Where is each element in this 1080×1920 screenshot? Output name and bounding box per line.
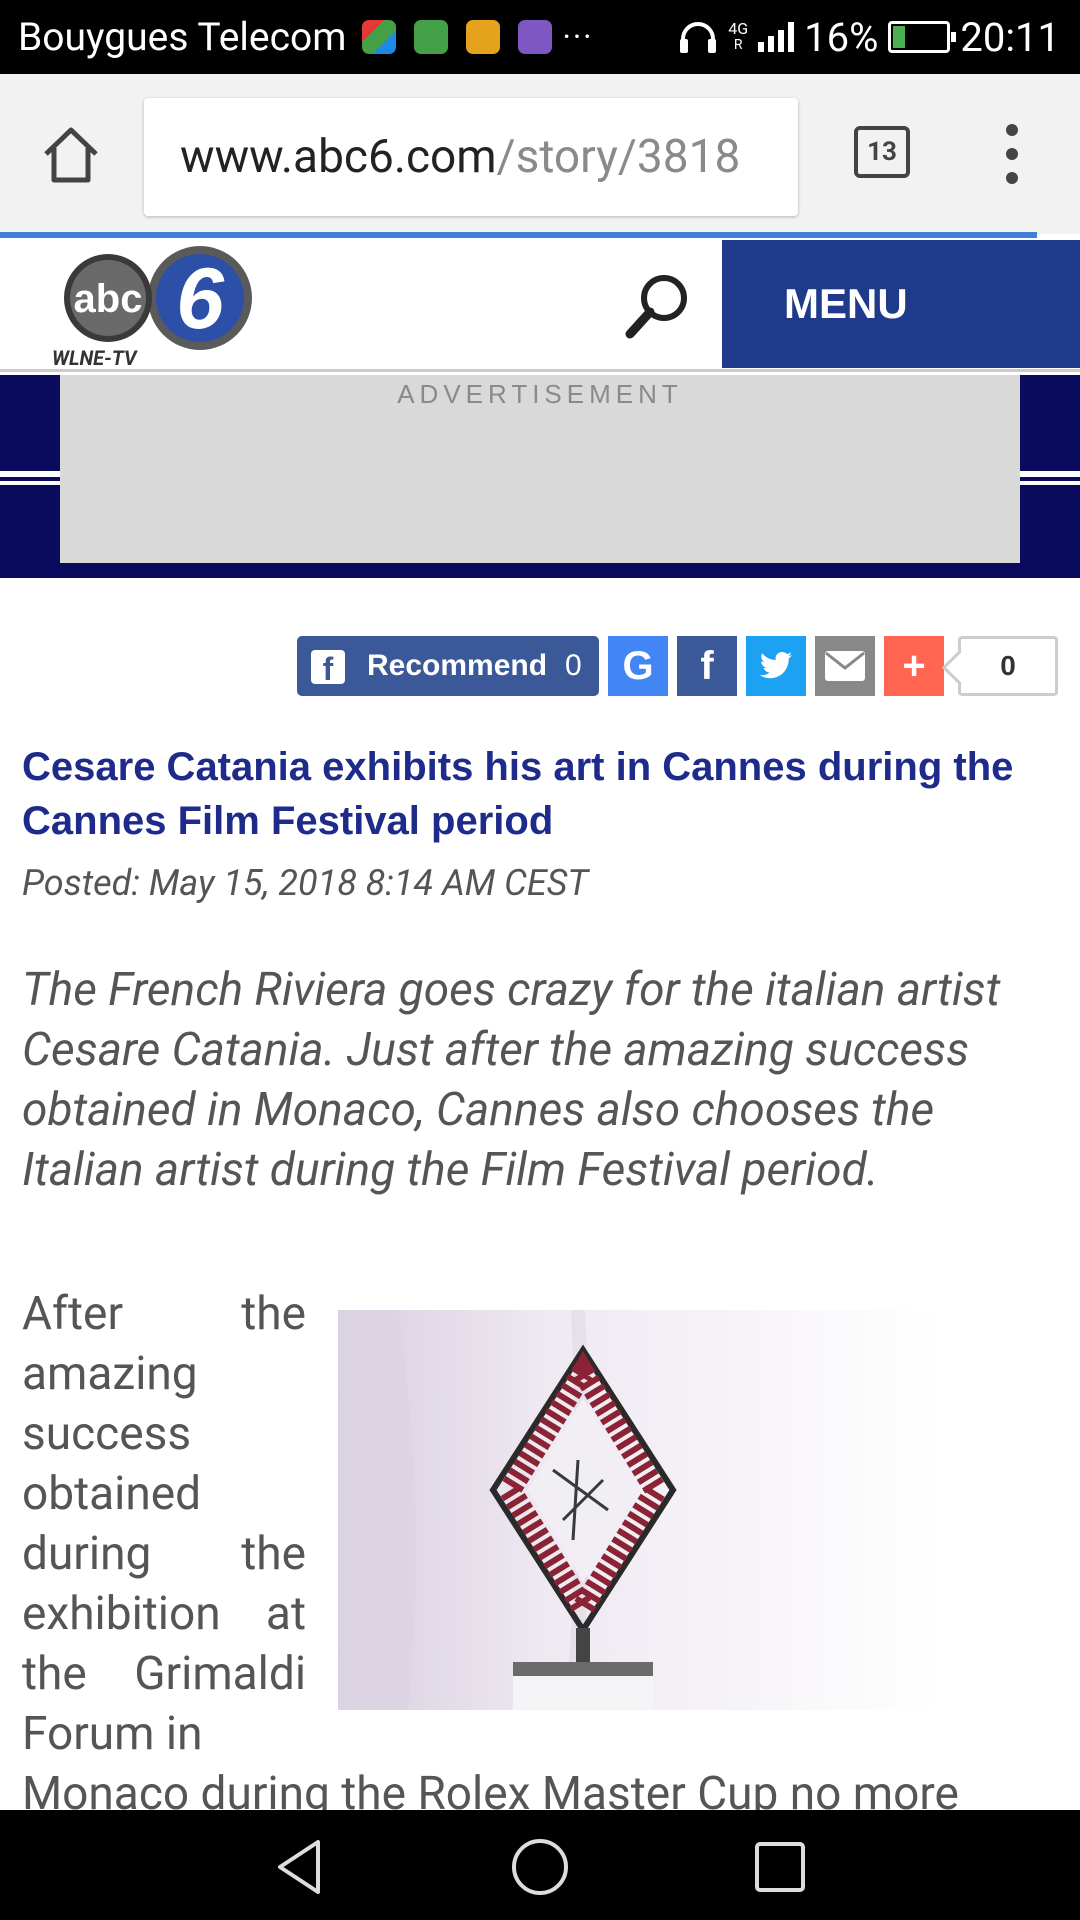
site-header: 6 abc WLNE-TV MENU — [0, 238, 1080, 372]
envelope-icon — [825, 651, 865, 681]
network-type: 4G R — [728, 19, 749, 54]
notification-icons — [362, 20, 553, 54]
svg-text:abc: abc — [74, 277, 143, 321]
battery-percent: 16% — [804, 13, 879, 61]
article-headline: Cesare Catania exhibits his art in Canne… — [22, 745, 1014, 843]
recommend-label: Recommend — [367, 649, 548, 682]
shopping-app-icon — [466, 20, 501, 54]
advertisement-slot[interactable]: ADVERTISEMENT — [60, 375, 1020, 563]
tab-switcher-button[interactable]: 13 — [854, 126, 910, 178]
svg-text:6: 6 — [176, 251, 225, 347]
facebook-recommend-button[interactable]: f Recommend 0 — [297, 636, 599, 696]
facebook-icon: f — [700, 644, 714, 688]
system-nav-bar — [0, 1810, 1080, 1920]
url-bar[interactable]: www.abc6.com/story/3818 — [144, 98, 798, 216]
google-share-button[interactable]: G — [608, 636, 668, 696]
headset-app-icon — [414, 20, 449, 54]
google-icon: G — [622, 644, 654, 688]
browser-toolbar: www.abc6.com/story/3818 13 — [0, 74, 1080, 234]
battery-icon — [888, 21, 957, 53]
puzzle-app-icon — [362, 20, 397, 54]
recents-icon[interactable] — [745, 1832, 815, 1902]
carrier-name: Bouygues Telecom — [18, 14, 347, 60]
more-notifications-icon: ··· — [562, 18, 594, 56]
facebook-share-button[interactable]: f — [677, 636, 737, 696]
facebook-icon: f — [311, 650, 345, 687]
plus-icon: + — [902, 644, 926, 688]
home-icon[interactable] — [40, 124, 102, 186]
url-host: www.abc6.com — [180, 130, 497, 184]
menu-button[interactable]: MENU — [722, 240, 1080, 368]
signal-icon — [758, 22, 795, 52]
artwork-photo[interactable] — [338, 1310, 938, 1710]
email-share-button[interactable] — [815, 636, 875, 696]
twitter-share-button[interactable] — [746, 636, 806, 696]
back-icon[interactable] — [266, 1832, 336, 1902]
posted-date: Posted: May 15, 2018 8:14 AM CEST — [22, 862, 589, 904]
logo-subtitle: WLNE-TV — [52, 346, 137, 370]
more-share-button[interactable]: + — [884, 636, 944, 696]
url-path: /story/3818 — [496, 130, 741, 184]
clock: 20:11 — [960, 13, 1060, 61]
advertisement-label: ADVERTISEMENT — [397, 379, 683, 409]
article-body-wrapped: After the amazing success obtained durin… — [22, 1287, 306, 1761]
overflow-menu-icon[interactable] — [1000, 124, 1024, 184]
recommend-count: 0 — [565, 649, 582, 682]
article-lede: The French Riviera goes crazy for the it… — [22, 963, 1001, 1197]
article-body-continued: Monaco during the Rolex Master Cup no mo… — [22, 1767, 959, 1814]
gallery-app-icon — [518, 20, 553, 54]
search-icon[interactable] — [620, 268, 694, 342]
share-count-bubble: 0 — [958, 636, 1058, 696]
headphones-icon — [680, 22, 717, 53]
home-circle-icon[interactable] — [505, 1832, 575, 1902]
status-bar: Bouygues Telecom ··· 4G R 16% 20:11 — [0, 0, 1080, 74]
twitter-icon — [759, 652, 792, 679]
